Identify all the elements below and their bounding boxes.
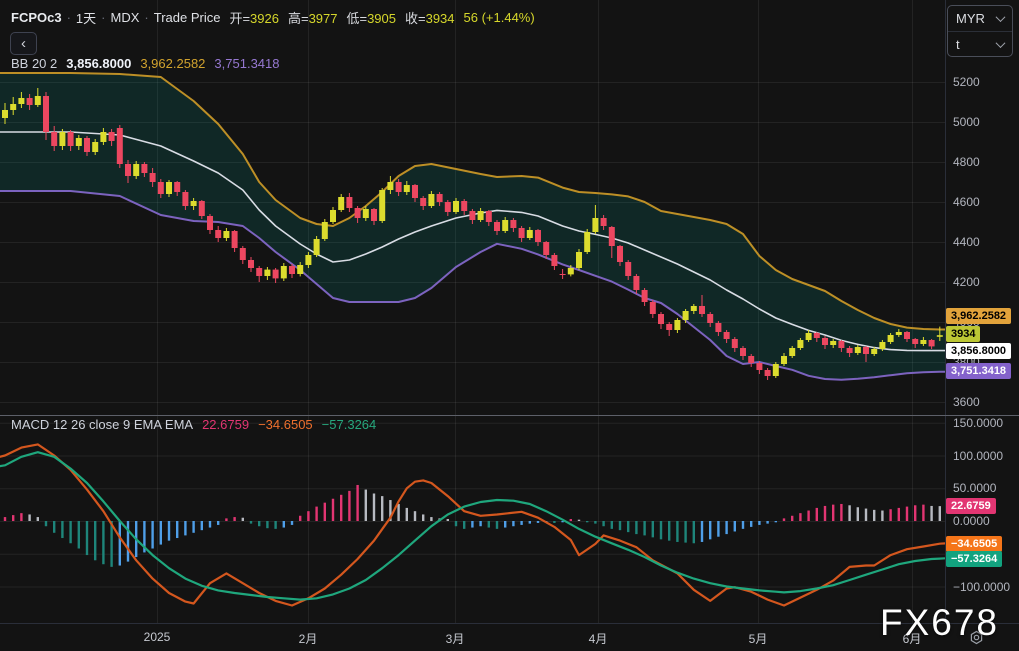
- open-value: 3926: [250, 11, 279, 26]
- bb-lower-price-tag: 3,751.3418: [946, 363, 1012, 379]
- series-type: Trade Price: [153, 10, 221, 25]
- time-axis[interactable]: 2025 2月 3月 4月 5月 6月: [0, 623, 1019, 651]
- separator-dot: ·: [66, 10, 71, 25]
- bb-basis-value: 3,856.8000: [66, 56, 132, 71]
- time-label: 5月: [748, 632, 768, 646]
- macd-line-tag: −34.6505: [946, 536, 1003, 552]
- price-tick: 4600: [953, 195, 980, 209]
- macd-indicator-legend[interactable]: MACD 12 26 close 9 EMA EMA 22.6759 −34.6…: [11, 417, 376, 432]
- separator-dot: ·: [144, 10, 149, 25]
- low-label: 低=: [346, 11, 368, 26]
- high-field: 高=3977: [288, 8, 338, 27]
- high-label: 高=: [287, 11, 309, 26]
- macd-hist-value: 22.6759: [202, 417, 250, 432]
- macd-tick: 0.0000: [953, 514, 990, 528]
- chevron-left-icon: ‹: [21, 35, 26, 52]
- chart-canvas[interactable]: [0, 0, 1019, 651]
- macd-signal-value: −57.3264: [321, 417, 377, 432]
- price-axis[interactable]: 520050004800460044004200400038003600150.…: [945, 0, 1019, 623]
- time-label: 3月: [445, 632, 465, 646]
- bb-lower-value: 3,751.3418: [214, 56, 280, 71]
- bb-upper-price-tag: 3,962.2582: [946, 308, 1012, 324]
- bb-upper-value: 3,962.2582: [140, 56, 206, 71]
- macd-tick: 50.0000: [953, 481, 997, 496]
- last-price-tag: 3934: [946, 326, 981, 342]
- low-field: 低=3905: [346, 8, 396, 27]
- low-value: 3905: [367, 11, 396, 26]
- price-tick: 5200: [953, 75, 980, 89]
- bb-indicator-legend[interactable]: BB 20 2 3,856.8000 3,962.2582 3,751.3418: [11, 56, 280, 71]
- change-value: 56 (+1.44%): [463, 10, 535, 25]
- price-tick: 3600: [953, 395, 980, 409]
- close-value: 3934: [425, 11, 455, 26]
- macd-signal-tag: −57.3264: [946, 551, 1003, 567]
- macd-tick: 150.0000: [953, 415, 1004, 430]
- exchange-name: MDX: [110, 10, 140, 25]
- high-value: 3977: [308, 11, 338, 26]
- back-button[interactable]: ‹: [10, 32, 37, 55]
- price-tick: 5000: [953, 115, 980, 129]
- bb-basis-price-tag: 3,856.8000: [946, 343, 1012, 359]
- close-field: 收=3934: [405, 8, 455, 27]
- price-tick: 4800: [953, 155, 980, 169]
- symbol-header[interactable]: FCPOc3 · 1天 · MDX · Trade Price 开=3926 高…: [11, 8, 535, 27]
- time-label: 2025: [143, 630, 171, 644]
- macd-tick: 100.0000: [953, 448, 1004, 463]
- interval-value: 1天: [75, 11, 97, 26]
- macd-line-value: −34.6505: [258, 417, 313, 432]
- separator-dot: ·: [101, 10, 106, 25]
- close-label: 收=: [405, 11, 426, 26]
- bb-title: BB 20 2: [11, 56, 58, 71]
- macd-title: MACD 12 26 close 9 EMA EMA: [11, 417, 194, 432]
- macd-hist-tag: 22.6759: [946, 498, 996, 514]
- watermark: FX678: [880, 602, 1000, 643]
- price-tick: 4400: [953, 235, 980, 249]
- symbol-name: FCPOc3: [11, 10, 62, 25]
- time-label: 4月: [588, 632, 608, 646]
- time-label: 2月: [298, 632, 318, 646]
- open-field: 开=3926: [229, 8, 279, 27]
- macd-tick: −100.0000: [953, 579, 1011, 594]
- open-label: 开=: [229, 11, 251, 26]
- trading-chart-screen: FCPOc3 · 1天 · MDX · Trade Price 开=3926 高…: [0, 0, 1019, 651]
- price-tick: 4200: [953, 275, 980, 289]
